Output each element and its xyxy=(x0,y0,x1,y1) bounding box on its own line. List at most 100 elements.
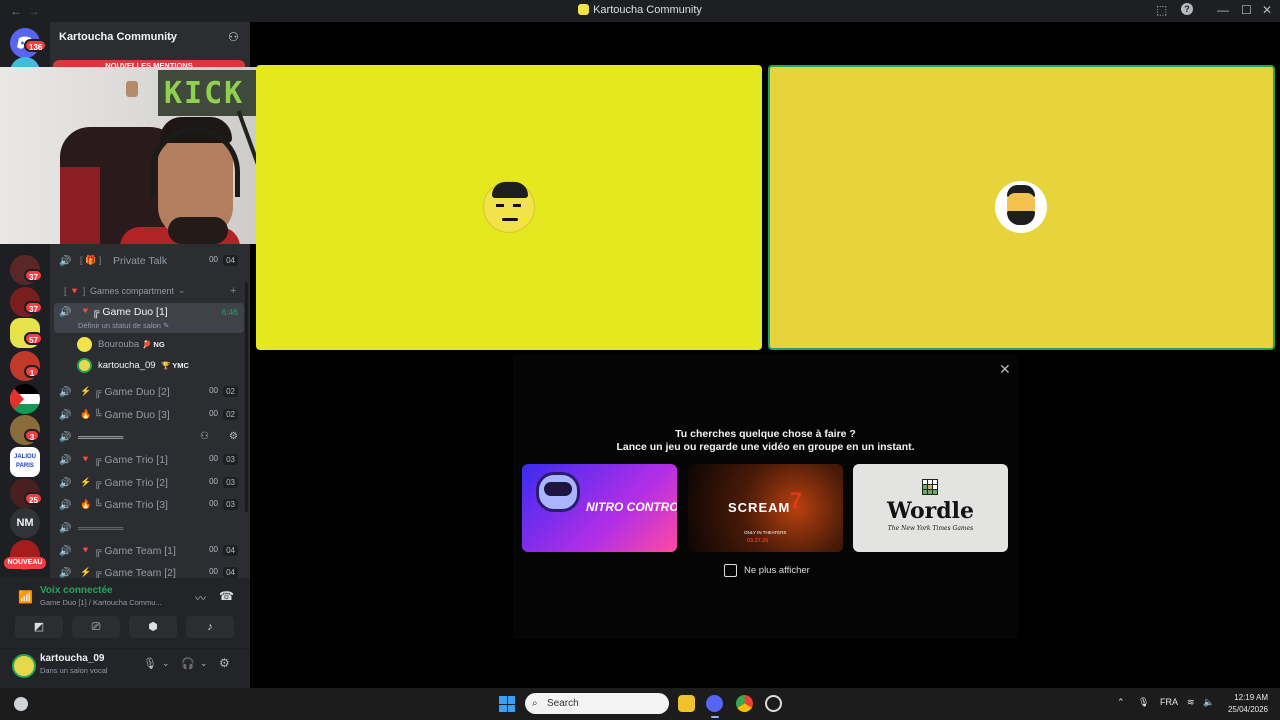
new-server-badge: NOUVEAU xyxy=(4,557,46,569)
member-tag: 🏆 YMC xyxy=(161,361,189,370)
user-limit: 02 xyxy=(223,409,238,420)
username[interactable]: kartoucha_09 xyxy=(40,653,104,664)
screen-share-icon[interactable]: ⎚ xyxy=(72,616,120,638)
channel-name: ╚ Game Trio [3] xyxy=(94,499,168,511)
card-title: Wordle xyxy=(887,498,974,524)
discord-app-icon[interactable] xyxy=(706,695,723,712)
avatar[interactable] xyxy=(12,654,36,678)
noise-suppression-icon[interactable]: 〰 xyxy=(195,590,206,606)
volume-icon[interactable]: 🔈 xyxy=(1203,697,1214,708)
channel-game-team-2[interactable]: 🔊 ⚡ ╔ Game Team [2] 00 04 xyxy=(50,564,246,578)
windows-start-icon[interactable] xyxy=(499,696,515,712)
inbox-icon[interactable]: ⬚ xyxy=(1156,3,1167,17)
channel-name: ╔ Game Trio [2] xyxy=(94,477,168,489)
user-limit: 03 xyxy=(223,454,238,465)
session-timer: 6:46 xyxy=(221,307,238,317)
search-placeholder: Search xyxy=(547,698,579,709)
chevron-down-icon[interactable]: ⌄ xyxy=(200,658,208,669)
channel-game-duo-1-active[interactable]: 🔊 🔻 ╔ Game Duo [1] 6:46 Définir un statu… xyxy=(54,303,244,333)
channel-game-trio-2[interactable]: 🔊 ⚡ ╔ Game Trio [2] 00 03 xyxy=(50,474,246,494)
server-initials[interactable]: NM xyxy=(10,508,40,538)
dont-show-again-checkbox[interactable] xyxy=(724,564,737,577)
chrome-icon[interactable] xyxy=(736,695,753,712)
kick-sign-text: KICK xyxy=(164,76,245,111)
microphone-icon[interactable]: 🎙 xyxy=(1138,697,1149,708)
clock-time[interactable]: 12:19 AM xyxy=(1226,693,1268,702)
category-prefix: [ 🔻 ] xyxy=(64,286,86,296)
sidebar-scrollbar[interactable] xyxy=(245,282,248,512)
connection-signal-icon[interactable]: 📶 xyxy=(18,590,33,604)
maximize-button[interactable]: ☐ xyxy=(1241,3,1252,17)
settings-gear-icon[interactable]: ⚙ xyxy=(219,656,230,670)
server-icon-label[interactable]: JALIOU PARIS xyxy=(10,447,40,477)
dont-show-again-label[interactable]: Ne plus afficher xyxy=(744,565,810,576)
input-language[interactable]: FRA xyxy=(1160,697,1178,707)
activities-icon[interactable]: ⬢ xyxy=(129,616,177,638)
user-count: 00 xyxy=(209,454,218,463)
app-icon[interactable] xyxy=(765,695,782,712)
participant-tile-1[interactable] xyxy=(256,65,762,350)
channel-game-duo-3[interactable]: 🔊 🔥 ╚ Game Duo [3] 00 02 xyxy=(50,406,246,426)
settings-gear-icon[interactable]: ⚙ xyxy=(229,431,238,442)
close-icon[interactable]: ✕ xyxy=(999,361,1011,378)
channel-game-duo-2[interactable]: 🔊 ⚡ ╔ Game Duo [2] 00 02 xyxy=(50,383,246,403)
chevron-down-icon[interactable]: ⌄ xyxy=(162,658,170,669)
card-number-seven: 7 xyxy=(790,488,803,513)
user-count: 00 xyxy=(209,499,218,508)
channel-game-team-1[interactable]: 🔊 🔻 ╔ Game Team [1] 00 04 xyxy=(50,542,246,562)
category-games-compartment[interactable]: [ 🔻 ] Games compartment ⌄ + xyxy=(50,283,246,303)
poster-image xyxy=(126,81,138,97)
camera-off-icon[interactable]: ◩ xyxy=(15,616,63,638)
speaker-icon: 🔊 xyxy=(59,546,72,557)
channel-divider[interactable]: 🔊 ════════ xyxy=(50,519,246,539)
windows-taskbar: ⌕ Search ⌃ 🎙 FRA ≋ 🔈 12:19 AM 25/04/2026 xyxy=(0,688,1280,720)
invite-icon[interactable]: ⚇ xyxy=(200,431,209,442)
voice-member[interactable]: Bourouba 🏓 NG xyxy=(77,336,245,354)
speaker-active-icon: 🔊 xyxy=(59,307,72,318)
channel-divider[interactable]: 🔊 ════════ ⚇ ⚙ xyxy=(50,428,246,448)
add-member-icon[interactable]: ⚇ xyxy=(228,30,239,44)
voice-location[interactable]: Game Duo [1] / Kartoucha Commu... xyxy=(40,598,162,607)
activity-card-nitro-control[interactable]: NITRO CONTROL xyxy=(522,464,677,552)
minimize-button[interactable]: — xyxy=(1217,3,1229,17)
disconnect-icon[interactable]: ☎ xyxy=(219,589,234,603)
voice-status[interactable]: Voix connectée xyxy=(40,585,113,596)
chevron-up-icon[interactable]: ⌃ xyxy=(1117,697,1125,708)
file-explorer-icon[interactable] xyxy=(678,695,695,712)
channel-game-trio-1[interactable]: 🔊 🔻 ╔ Game Trio [1] 00 03 xyxy=(50,451,246,471)
participant-avatar xyxy=(995,181,1047,233)
unread-badge: 25 xyxy=(24,492,43,505)
avatar xyxy=(77,337,92,352)
card-title: SCREAM xyxy=(728,500,791,515)
activity-card-wordle[interactable]: Wordle The New York Times Games xyxy=(853,464,1008,552)
activity-card-scream[interactable]: SCREAM 7 ONLY IN THEATERS 03.27.26 xyxy=(688,464,843,552)
user-limit: 02 xyxy=(223,386,238,397)
clock-date[interactable]: 25/04/2026 xyxy=(1226,705,1268,714)
participant-avatar xyxy=(483,181,535,233)
headphones-icon[interactable]: 🎧 xyxy=(181,657,195,670)
add-channel-icon[interactable]: + xyxy=(230,285,236,297)
channel-private-talk[interactable]: 🔊 [ 🎁 ] Private Talk 00 04 xyxy=(50,252,246,272)
widgets-icon[interactable] xyxy=(14,697,28,711)
voice-member[interactable]: kartoucha_09 🏆 YMC xyxy=(77,357,245,375)
wifi-icon[interactable]: ≋ xyxy=(1187,697,1195,708)
palestine-flag-icon[interactable] xyxy=(10,384,40,414)
user-count: 00 xyxy=(209,567,218,576)
close-window-button[interactable]: ✕ xyxy=(1262,3,1272,17)
divider-name: ════════ xyxy=(78,524,124,533)
help-icon[interactable]: ? xyxy=(1181,3,1193,15)
user-voice-panel: 📶 Voix connectée Game Duo [1] / Kartouch… xyxy=(0,578,250,688)
channel-emoji: 🔥 xyxy=(80,499,92,509)
taskbar-search-input[interactable]: ⌕ Search xyxy=(525,693,669,714)
server-header[interactable]: Kartoucha Community ⌄ ⚇ xyxy=(50,28,250,48)
card-date: 03.27.26 xyxy=(747,538,769,544)
category-name: Games compartment xyxy=(90,286,175,296)
channel-game-trio-3[interactable]: 🔊 🔥 ╚ Game Trio [3] 00 03 xyxy=(50,496,246,516)
set-channel-status[interactable]: Définir un statut de salon ✎ xyxy=(78,321,169,330)
soundboard-icon[interactable]: ♪ xyxy=(186,616,234,638)
microphone-icon[interactable]: 🎙 xyxy=(143,657,157,670)
server-name: Kartoucha Community xyxy=(59,31,177,43)
speaker-icon: 🔊 xyxy=(59,432,72,443)
unread-badge: 3 xyxy=(24,429,40,442)
participant-tile-2-speaking[interactable] xyxy=(768,65,1275,350)
